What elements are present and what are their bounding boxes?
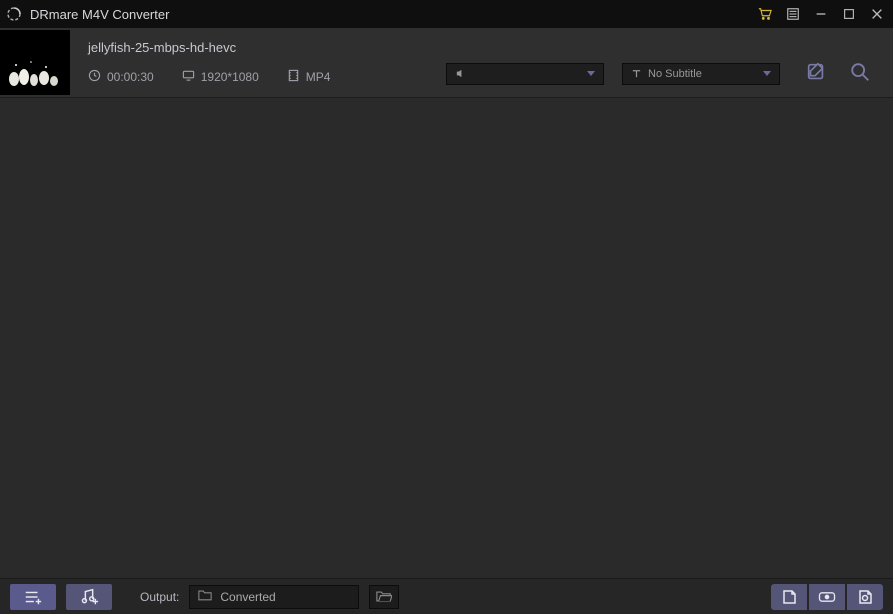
add-audio-button[interactable] <box>66 584 112 610</box>
caret-down-icon <box>763 71 771 76</box>
cart-icon[interactable] <box>755 4 775 24</box>
menu-icon[interactable] <box>783 4 803 24</box>
monitor-icon <box>182 69 195 85</box>
browse-output-button[interactable] <box>369 585 399 609</box>
video-thumbnail[interactable] <box>0 30 70 95</box>
format-button-2[interactable] <box>809 584 845 610</box>
file-meta: 00:00:30 1920*1080 MP4 <box>88 69 428 85</box>
clock-icon <box>88 69 101 85</box>
app-logo-icon <box>6 6 22 22</box>
output-path-field[interactable]: Converted <box>189 585 359 609</box>
text-icon <box>631 68 642 79</box>
format-meta: MP4 <box>287 69 331 85</box>
output-path-text: Converted <box>220 590 275 604</box>
duration-meta: 00:00:30 <box>88 69 154 85</box>
minimize-button[interactable] <box>811 4 831 24</box>
folder-icon <box>198 589 212 604</box>
speaker-icon <box>455 68 466 79</box>
output-label: Output: <box>140 590 179 604</box>
format-button-1[interactable] <box>771 584 807 610</box>
app-title: DRmare M4V Converter <box>30 7 169 22</box>
resolution-value: 1920*1080 <box>201 70 259 84</box>
edit-button[interactable] <box>803 59 829 85</box>
close-button[interactable] <box>867 4 887 24</box>
file-item: jellyfish-25-mbps-hd-hevc 00:00:30 1920*… <box>0 28 893 98</box>
caret-down-icon <box>587 71 595 76</box>
format-value: MP4 <box>306 70 331 84</box>
subtitle-dropdown[interactable]: No Subtitle <box>622 63 780 85</box>
maximize-button[interactable] <box>839 4 859 24</box>
subtitle-selected-text: No Subtitle <box>648 68 702 80</box>
titlebar: DRmare M4V Converter <box>0 0 893 28</box>
format-buttons <box>771 584 883 610</box>
file-actions <box>803 59 883 85</box>
format-button-3[interactable] <box>847 584 883 610</box>
resolution-meta: 1920*1080 <box>182 69 259 85</box>
audio-track-dropdown[interactable] <box>446 63 604 85</box>
film-icon <box>287 69 300 85</box>
search-button[interactable] <box>847 59 873 85</box>
duration-value: 00:00:30 <box>107 70 154 84</box>
file-title: jellyfish-25-mbps-hd-hevc <box>88 40 428 55</box>
bottom-toolbar: Output: Converted <box>0 578 893 614</box>
add-video-button[interactable] <box>10 584 56 610</box>
file-list-area <box>0 98 893 578</box>
file-info: jellyfish-25-mbps-hd-hevc 00:00:30 1920*… <box>88 40 428 85</box>
